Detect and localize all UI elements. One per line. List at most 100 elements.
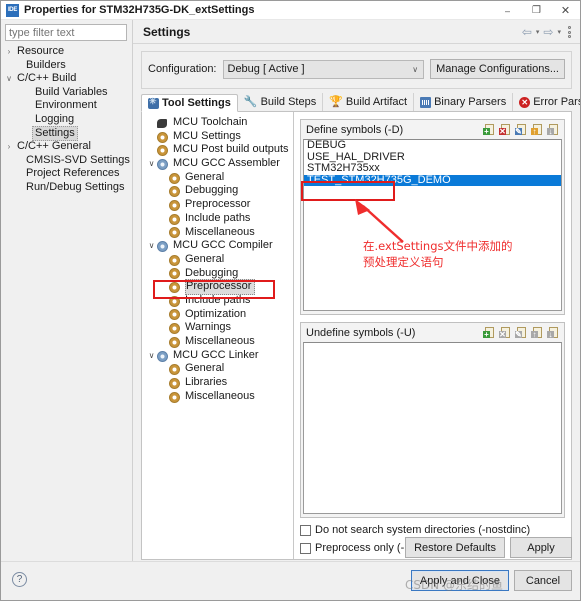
cog-icon <box>157 158 170 170</box>
minimize-icon[interactable]: – <box>493 1 522 20</box>
configuration-select[interactable]: Debug [ Active ] ∨ <box>222 59 425 79</box>
tool-tree-item-warnings[interactable]: Warnings <box>142 321 293 335</box>
tool-tree-label: Libraries <box>185 376 228 389</box>
undefine-symbols-list[interactable] <box>303 342 562 514</box>
maximize-icon[interactable]: ❐ <box>522 1 551 20</box>
checkbox-nostdinc[interactable] <box>300 524 311 536</box>
gear-icon <box>169 336 182 348</box>
sidebar-item-logging[interactable]: ·Logging <box>1 113 132 127</box>
sidebar-item-c-c-general[interactable]: › C/C++ General <box>1 140 132 154</box>
sidebar-item-label: Builders <box>26 58 66 71</box>
sidebar-item-cmsis-svd-settings[interactable]: ·CMSIS-SVD Settings <box>1 154 132 168</box>
tool-tree-item-mcu-post-build-outputs[interactable]: MCU Post build outputs <box>142 143 293 157</box>
close-icon[interactable]: ✕ <box>551 1 580 20</box>
tab-build-steps[interactable]: 🔧 Build Steps <box>238 93 324 111</box>
checkbox-row[interactable]: Do not search system directories (-nostd… <box>300 522 565 538</box>
define-symbols-header: Define symbols (-D) + ✕ ✎ ↑ ↓ <box>301 120 564 139</box>
tool-tree-item-general[interactable]: General <box>142 171 293 185</box>
tool-tree-item-general[interactable]: General <box>142 362 293 376</box>
tree-spacer: · <box>12 181 24 195</box>
search-input[interactable] <box>5 24 127 41</box>
tree-twisty-icon[interactable]: ∨ <box>3 72 15 86</box>
tool-tree-item-miscellaneous[interactable]: Miscellaneous <box>142 390 293 404</box>
properties-dialog: IDE Properties for STM32H735G-DK_extSett… <box>0 0 581 601</box>
page-header-tools: ⇦ ▾ ⇨ ▾ <box>521 20 576 44</box>
help-icon[interactable]: ? <box>12 572 27 587</box>
tool-tree-item-debugging[interactable]: Debugging <box>142 184 293 198</box>
tool-tree-item-mcu-toolchain[interactable]: MCU Toolchain <box>142 116 293 130</box>
wrench-icon: 🔧 <box>243 95 258 108</box>
move-down-icon[interactable]: ↓ <box>547 326 561 340</box>
tree-twisty-icon[interactable]: ∨ <box>146 349 157 363</box>
view-menu-icon[interactable] <box>564 26 576 38</box>
sidebar-item-resource[interactable]: › Resource <box>1 45 132 59</box>
sidebar-item-c-c-build[interactable]: ∨ C/C++ Build <box>1 72 132 86</box>
delete-symbol-icon[interactable]: ✕ <box>499 123 513 137</box>
define-symbols-title: Define symbols (-D) <box>306 123 404 136</box>
window-title-bar: IDE Properties for STM32H735G-DK_extSett… <box>1 1 580 20</box>
move-up-icon[interactable]: ↑ <box>531 326 545 340</box>
tool-tree-item-miscellaneous[interactable]: Miscellaneous <box>142 226 293 240</box>
apply-and-close-button[interactable]: Apply and Close <box>410 570 509 591</box>
back-arrow-icon[interactable]: ⇦ <box>521 25 533 39</box>
apply-button[interactable]: Apply <box>510 537 572 558</box>
list-item[interactable]: DEBUG <box>304 140 561 152</box>
sidebar-item-build-variables[interactable]: ·Build Variables <box>1 86 132 100</box>
manage-configurations-button[interactable]: Manage Configurations... <box>430 59 565 79</box>
tool-tree-item-preprocessor[interactable]: Preprocessor <box>142 279 293 295</box>
edit-symbol-icon[interactable]: ✎ <box>515 123 529 137</box>
tool-tree-item-optimization[interactable]: Optimization <box>142 308 293 322</box>
sidebar-item-project-references[interactable]: ·Project References <box>1 167 132 181</box>
configuration-group: Configuration: Debug [ Active ] ∨ Manage… <box>141 51 572 89</box>
tool-tree-item-debugging[interactable]: Debugging <box>142 267 293 281</box>
tool-tree-item-miscellaneous[interactable]: Miscellaneous <box>142 335 293 349</box>
tree-twisty-icon[interactable]: ∨ <box>146 157 157 171</box>
tool-tree-item-mcu-gcc-compiler[interactable]: ∨ MCU GCC Compiler <box>142 239 293 253</box>
add-symbol-icon[interactable]: + <box>483 123 497 137</box>
tool-tree-item-mcu-gcc-assembler[interactable]: ∨ MCU GCC Assembler <box>142 157 293 171</box>
gear-icon <box>169 377 182 389</box>
move-down-icon[interactable]: ↓ <box>547 123 561 137</box>
tab-tool-settings[interactable]: Tool Settings <box>141 94 238 112</box>
tab-build-artifact[interactable]: 🏆 Build Artifact <box>323 93 415 111</box>
tab-label: Build Artifact <box>345 96 408 108</box>
tool-tree-item-mcu-gcc-linker[interactable]: ∨ MCU GCC Linker <box>142 349 293 363</box>
tool-tree-item-mcu-settings[interactable]: MCU Settings <box>142 130 293 144</box>
snowflake-icon <box>148 96 159 109</box>
checkbox-preprocess-only[interactable] <box>300 542 311 554</box>
filter-wrapper <box>1 20 132 44</box>
tab-binary-parsers[interactable]: Binary Parsers <box>414 93 514 111</box>
forward-dropdown-icon[interactable]: ▾ <box>555 28 563 36</box>
list-item[interactable]: STM32H735xx <box>304 162 561 175</box>
sidebar-item-settings[interactable]: ·Settings <box>1 125 132 142</box>
gear-icon <box>169 308 182 321</box>
badge-shape: ✕ <box>499 126 506 136</box>
tree-twisty-icon[interactable]: › <box>3 45 15 59</box>
edit-symbol-icon[interactable]: ✎ <box>515 326 529 340</box>
tool-tree-item-include-paths[interactable]: Include paths <box>142 212 293 226</box>
tree-spacer: · <box>21 113 33 127</box>
cancel-button[interactable]: Cancel <box>514 570 572 591</box>
sidebar-item-label: Project References <box>26 167 120 180</box>
list-item[interactable]: TEST_STM32H735G_DEMO <box>304 174 561 186</box>
tree-twisty-icon[interactable]: › <box>3 140 15 154</box>
delete-symbol-icon[interactable]: ✕ <box>499 326 513 340</box>
sidebar-item-environment[interactable]: ·Environment <box>1 99 132 113</box>
sidebar-item-run-debug-settings[interactable]: ·Run/Debug Settings <box>1 181 132 195</box>
tab-error-parsers[interactable]: ✕Error Parsers <box>513 93 580 111</box>
tool-tree-item-preprocessor[interactable]: Preprocessor <box>142 198 293 212</box>
add-symbol-icon[interactable]: + <box>483 326 497 340</box>
tool-tree-item-general[interactable]: General <box>142 253 293 267</box>
forward-arrow-icon[interactable]: ⇨ <box>542 25 554 39</box>
back-dropdown-icon[interactable]: ▾ <box>534 28 542 36</box>
restore-defaults-button[interactable]: Restore Defaults <box>405 537 505 558</box>
define-symbols-list[interactable]: DEBUG USE_HAL_DRIVER STM32H735xx TEST_STM32… <box>303 139 562 311</box>
tool-tree-item-libraries[interactable]: Libraries <box>142 376 293 390</box>
tool-tree-label: General <box>185 170 225 183</box>
sidebar-item-builders[interactable]: ·Builders <box>1 59 132 73</box>
tree-twisty-icon[interactable]: ∨ <box>146 239 157 253</box>
tool-tree-item-include-paths[interactable]: Include paths <box>142 294 293 308</box>
move-up-icon[interactable]: ↑ <box>531 123 545 137</box>
checkbox-label: Do not search system directories (-nostd… <box>315 524 531 536</box>
sidebar-item-label: CMSIS-SVD Settings <box>26 153 130 166</box>
